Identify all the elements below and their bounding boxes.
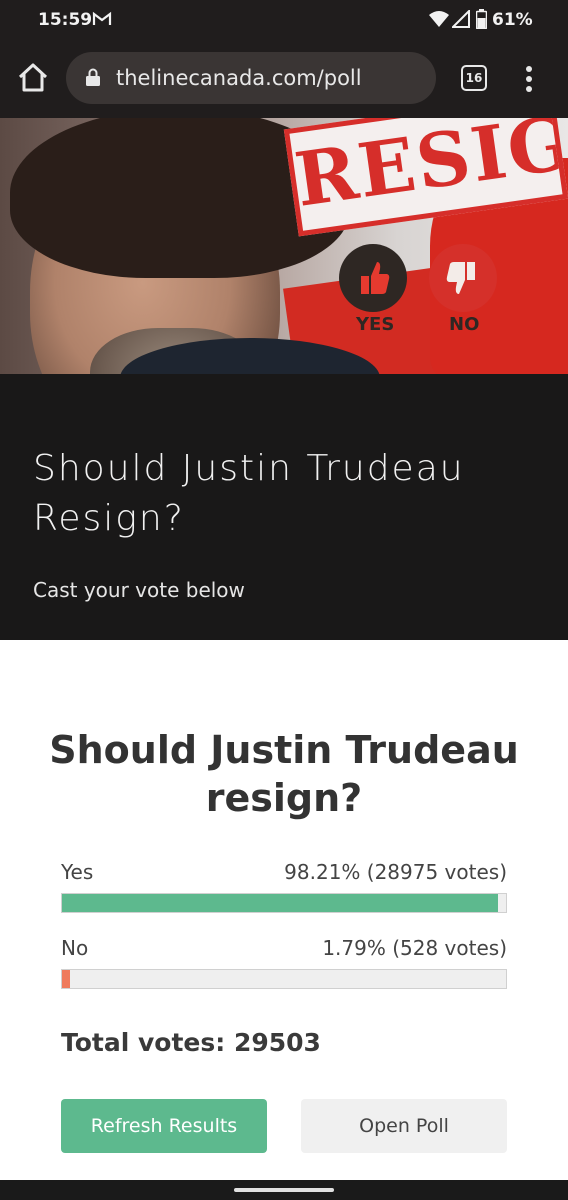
gmail-icon [92,11,112,25]
result-bar-yes [61,893,507,913]
page-subtitle: Cast your vote below [33,578,245,602]
option-result-yes: 98.21% (28975 votes) [284,860,507,884]
browser-toolbar: thelinecanada.com/poll 16 [0,40,568,118]
poll-question: Should Justin Trudeau resign? [49,728,519,820]
result-bar-fill-no [62,970,70,988]
status-time: 15:59 [38,10,93,30]
tabs-icon[interactable]: 16 [461,65,487,91]
result-bar-fill-yes [62,894,499,912]
poll-widget: Should Justin Trudeau resign? Yes 98.21%… [0,640,568,1180]
thumbs-down-icon [429,244,497,312]
signal-icon [452,10,470,28]
total-votes: Total votes: 29503 [61,1028,321,1057]
url-text[interactable]: thelinecanada.com/poll [116,66,362,90]
no-label: NO [449,314,480,335]
wifi-icon [429,11,449,27]
more-vert-icon[interactable] [520,64,538,94]
hero-image: RESIGN YES NO [0,118,568,374]
system-navigation-bar [0,1180,568,1200]
page-title: Should Justin Trudeau Resign? [33,448,465,539]
home-icon[interactable] [16,60,50,94]
open-poll-button[interactable]: Open Poll [301,1099,507,1153]
page-header: Should Justin Trudeau Resign? Cast your … [0,374,568,640]
battery-percentage: 61% [492,10,533,30]
result-bar-no [61,969,507,989]
option-result-no: 1.79% (528 votes) [322,936,507,960]
status-bar: 15:59 61% [0,0,568,40]
thumbs-up-icon [339,244,407,312]
yes-label: YES [356,314,395,335]
option-label-yes: Yes [61,860,94,884]
refresh-results-button[interactable]: Refresh Results [61,1099,267,1153]
lock-icon [86,68,100,86]
gesture-handle[interactable] [234,1188,334,1192]
battery-icon [476,9,487,29]
option-label-no: No [61,936,89,960]
address-bar[interactable]: thelinecanada.com/poll [66,52,436,104]
